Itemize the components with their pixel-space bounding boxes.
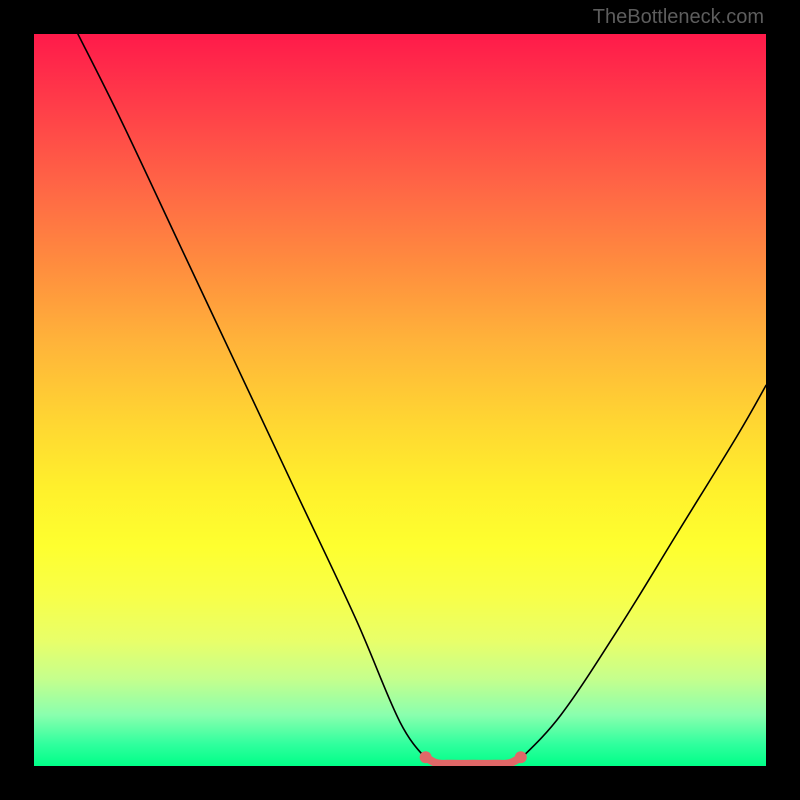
chart-outer-frame: TheBottleneck.com (0, 0, 800, 800)
valley-endpoint-left (420, 751, 432, 763)
chart-svg-layer (34, 34, 766, 766)
chart-plot-area (34, 34, 766, 766)
curve-right-branch (517, 385, 766, 762)
valley-endpoint-right (515, 751, 527, 763)
curve-valley-highlight (426, 757, 521, 764)
curve-left-branch (78, 34, 429, 762)
attribution-watermark: TheBottleneck.com (593, 6, 764, 29)
